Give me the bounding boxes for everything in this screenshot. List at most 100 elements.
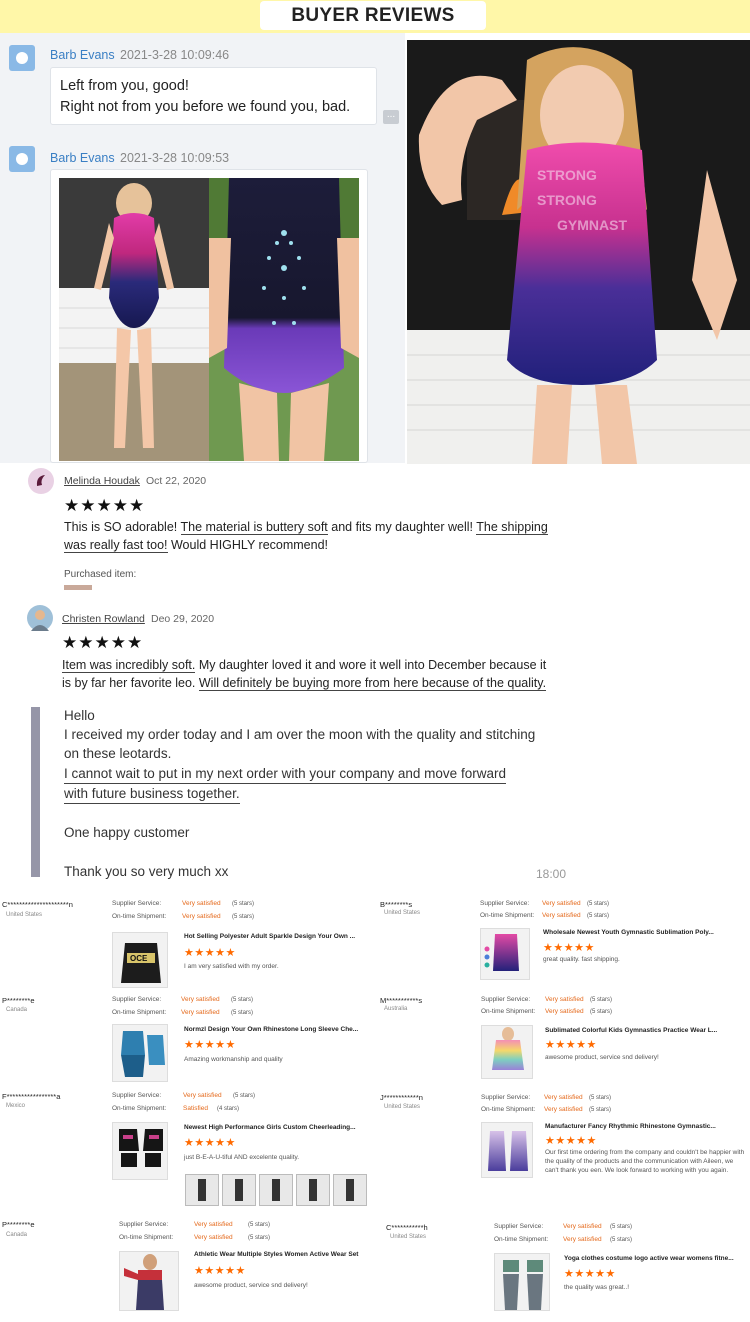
review-photo-thumb[interactable] <box>185 1174 219 1206</box>
supplier-service-label: Supplier Service: <box>481 996 531 1003</box>
review-date: Deo 29, 2020 <box>151 613 215 625</box>
review-photo-thumb[interactable] <box>333 1174 367 1206</box>
product-thumbnail[interactable] <box>112 1122 168 1180</box>
product-title[interactable]: Hot Selling Polyester Adult Sparkle Desi… <box>184 933 374 940</box>
shipment-note: (5 stars) <box>610 1237 633 1243</box>
buyer-name: M***********s <box>380 996 423 1005</box>
shipment-value: Satisfied <box>183 1105 208 1112</box>
message-line: I cannot wait to put in my next order wi… <box>64 764 506 784</box>
review-text-line: Item was incredibly soft. My daughter lo… <box>62 658 547 673</box>
customer-photo[interactable] <box>209 178 359 461</box>
supplier-service-note: (5 stars) <box>248 1222 271 1228</box>
shipment-value: Very satisfied <box>545 1008 584 1015</box>
product-thumbnail[interactable] <box>481 1025 533 1079</box>
supplier-service-note: (5 stars) <box>587 901 610 907</box>
product-title[interactable]: Newest High Performance Girls Custom Che… <box>184 1124 374 1131</box>
shipment-note: (5 stars) <box>232 914 255 920</box>
buyer-avatar-icon <box>9 45 35 71</box>
purchased-item-thumb[interactable] <box>64 585 92 590</box>
supplier-service-label: Supplier Service: <box>112 1092 162 1099</box>
supplier-service-label: Supplier Service: <box>112 996 162 1003</box>
shipment-label: On-time Shipment: <box>112 913 167 920</box>
product-title[interactable]: Normzl Design Your Own Rhinestone Long S… <box>184 1026 374 1033</box>
message-line: One happy customer <box>64 825 190 841</box>
shipment-label: On-time Shipment: <box>481 1106 536 1113</box>
product-thumbnail[interactable]: OCE <box>112 932 168 988</box>
buyer-name: F*****************a <box>2 1092 61 1101</box>
message-line: Hello <box>64 708 95 723</box>
chat-sender-name: Barb Evans <box>50 151 115 165</box>
shipment-label: On-time Shipment: <box>494 1236 549 1243</box>
product-thumbnail[interactable] <box>112 1024 168 1082</box>
buyer-country: Canada <box>6 1232 28 1238</box>
reviewer-avatar <box>28 468 54 494</box>
purchased-item-label: Purchased item: <box>64 569 137 580</box>
customer-photo[interactable] <box>59 178 209 461</box>
product-title[interactable]: Manufacturer Fancy Rhythmic Rhinestone G… <box>545 1123 745 1130</box>
product-title[interactable]: Athletic Wear Multiple Styles Women Acti… <box>194 1251 384 1258</box>
reviewer-avatar <box>27 605 53 631</box>
product-stars: ★★★★★ <box>184 947 236 959</box>
product-stars: ★★★★★ <box>545 1135 597 1147</box>
supplier-service-value: Very satisfied <box>183 1092 222 1099</box>
buyer-name: P********e <box>2 996 35 1005</box>
customer-message: Hello I received my order today and I am… <box>64 706 584 881</box>
supplier-service-value: Very satisfied <box>544 1094 583 1101</box>
shipment-note: (4 stars) <box>217 1106 240 1112</box>
product-thumbnail[interactable] <box>494 1253 550 1311</box>
supplier-service-label: Supplier Service: <box>494 1223 544 1230</box>
product-thumbnail[interactable] <box>481 1122 533 1178</box>
svg-text:STRONG: STRONG <box>537 192 597 208</box>
buyer-comment: awesome product, service snd delivery! <box>545 1054 659 1061</box>
buyer-avatar-icon <box>9 146 35 172</box>
shipment-note: (5 stars) <box>231 1010 254 1016</box>
buyer-comment: awesome product, service snd delivery! <box>194 1282 308 1289</box>
shipment-note: (5 stars) <box>589 1107 612 1113</box>
product-title[interactable]: Wholesale Newest Youth Gymnastic Sublima… <box>543 929 743 936</box>
supplier-service-value: Very satisfied <box>181 996 220 1003</box>
reviewer-name[interactable]: Melinda Houdak <box>64 475 140 487</box>
chat-bubble: Left from you, good! Right not from you … <box>50 67 377 125</box>
message-line: I received my order today and I am over … <box>64 727 536 743</box>
supplier-service-label: Supplier Service: <box>481 1094 531 1101</box>
supplier-service-note: (5 stars) <box>590 997 613 1003</box>
svg-text:OCE: OCE <box>130 954 148 963</box>
supplier-service-label: Supplier Service: <box>112 900 162 907</box>
shipment-value: Very satisfied <box>563 1236 602 1243</box>
product-title[interactable]: Sublimated Colorful Kids Gymnastics Prac… <box>545 1027 743 1034</box>
shipment-label: On-time Shipment: <box>481 1008 536 1015</box>
review-photo-thumb[interactable] <box>222 1174 256 1206</box>
message-line <box>64 842 584 861</box>
shipment-value: Very satisfied <box>542 912 581 919</box>
buyer-name: B********s <box>380 900 413 909</box>
more-options-button[interactable]: ... <box>383 110 399 124</box>
supplier-service-value: Very satisfied <box>194 1221 233 1228</box>
chat-line: Left from you, good! <box>60 78 189 94</box>
shipment-label: On-time Shipment: <box>112 1009 167 1016</box>
reviewer-name[interactable]: Christen Rowland <box>62 613 145 625</box>
buyer-country: United States <box>384 910 421 916</box>
buyer-comment: Amazing workmanship and quality <box>184 1056 283 1063</box>
supplier-service-value: Very satisfied <box>182 900 221 907</box>
shipment-note: (5 stars) <box>590 1009 613 1015</box>
product-stars: ★★★★★ <box>545 1039 597 1051</box>
supplier-service-label: Supplier Service: <box>480 900 530 907</box>
buyer-comment: I am very satisfied with my order. <box>184 963 279 970</box>
product-thumbnail[interactable] <box>480 928 530 980</box>
review-text-line: This is SO adorable! The material is but… <box>64 520 548 535</box>
shipment-note: (5 stars) <box>248 1235 271 1241</box>
shipment-label: On-time Shipment: <box>112 1105 167 1112</box>
product-title[interactable]: Yoga clothes costume logo active wear wo… <box>564 1255 748 1262</box>
buyer-comment: Our first time ordering from the company… <box>545 1149 745 1174</box>
shipment-value: Very satisfied <box>544 1106 583 1113</box>
customer-photo-large[interactable]: STRONG STRONG GYMNAST <box>407 40 750 464</box>
review-photo-thumb[interactable] <box>259 1174 293 1206</box>
product-stars: ★★★★★ <box>564 1268 616 1280</box>
product-stars: ★★★★★ <box>184 1137 236 1149</box>
svg-text:GYMNAST: GYMNAST <box>557 217 627 233</box>
product-thumbnail[interactable] <box>119 1251 179 1311</box>
review-date: Oct 22, 2020 <box>146 475 207 487</box>
buyer-comment: great quality. fast shipping. <box>543 956 620 963</box>
buyer-comment: just B-E-A-U-tiful AND excelente quality… <box>184 1154 300 1161</box>
review-photo-thumb[interactable] <box>296 1174 330 1206</box>
